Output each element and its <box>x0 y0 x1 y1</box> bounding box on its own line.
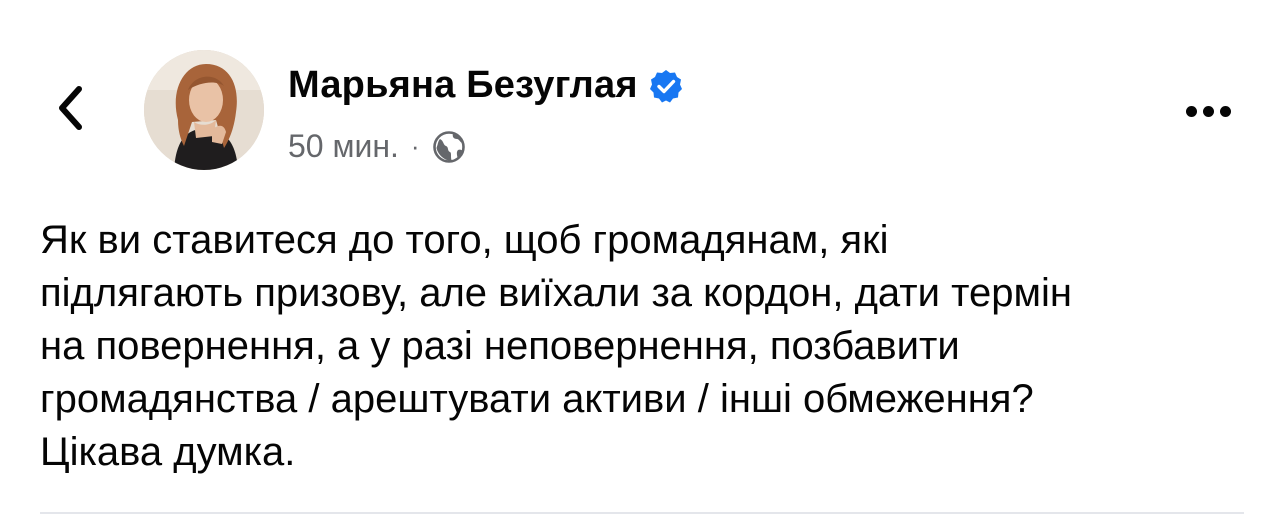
post-timestamp[interactable]: 50 мин. <box>288 128 399 165</box>
chevron-left-icon <box>55 85 85 136</box>
meta-separator: · <box>410 131 420 161</box>
post-meta: 50 мин. · <box>288 128 466 165</box>
ellipsis-horizontal-icon <box>1219 105 1231 117</box>
avatar[interactable] <box>144 50 264 170</box>
globe-icon[interactable] <box>432 130 466 164</box>
ellipsis-horizontal-icon <box>1185 105 1197 117</box>
ellipsis-horizontal-icon <box>1202 105 1214 117</box>
author-name[interactable]: Марьяна Безуглая <box>288 64 684 107</box>
back-button[interactable] <box>48 82 92 138</box>
author-name-label: Марьяна Безуглая <box>288 64 638 106</box>
post-text: Як ви ставитеся до того, щоб громадянам,… <box>40 218 1072 474</box>
more-options-button[interactable] <box>1180 94 1236 128</box>
post-view: Марьяна Безуглая 50 мин. · Як ви ставите… <box>0 0 1280 520</box>
divider <box>40 512 1244 514</box>
verified-badge-icon <box>648 68 684 104</box>
